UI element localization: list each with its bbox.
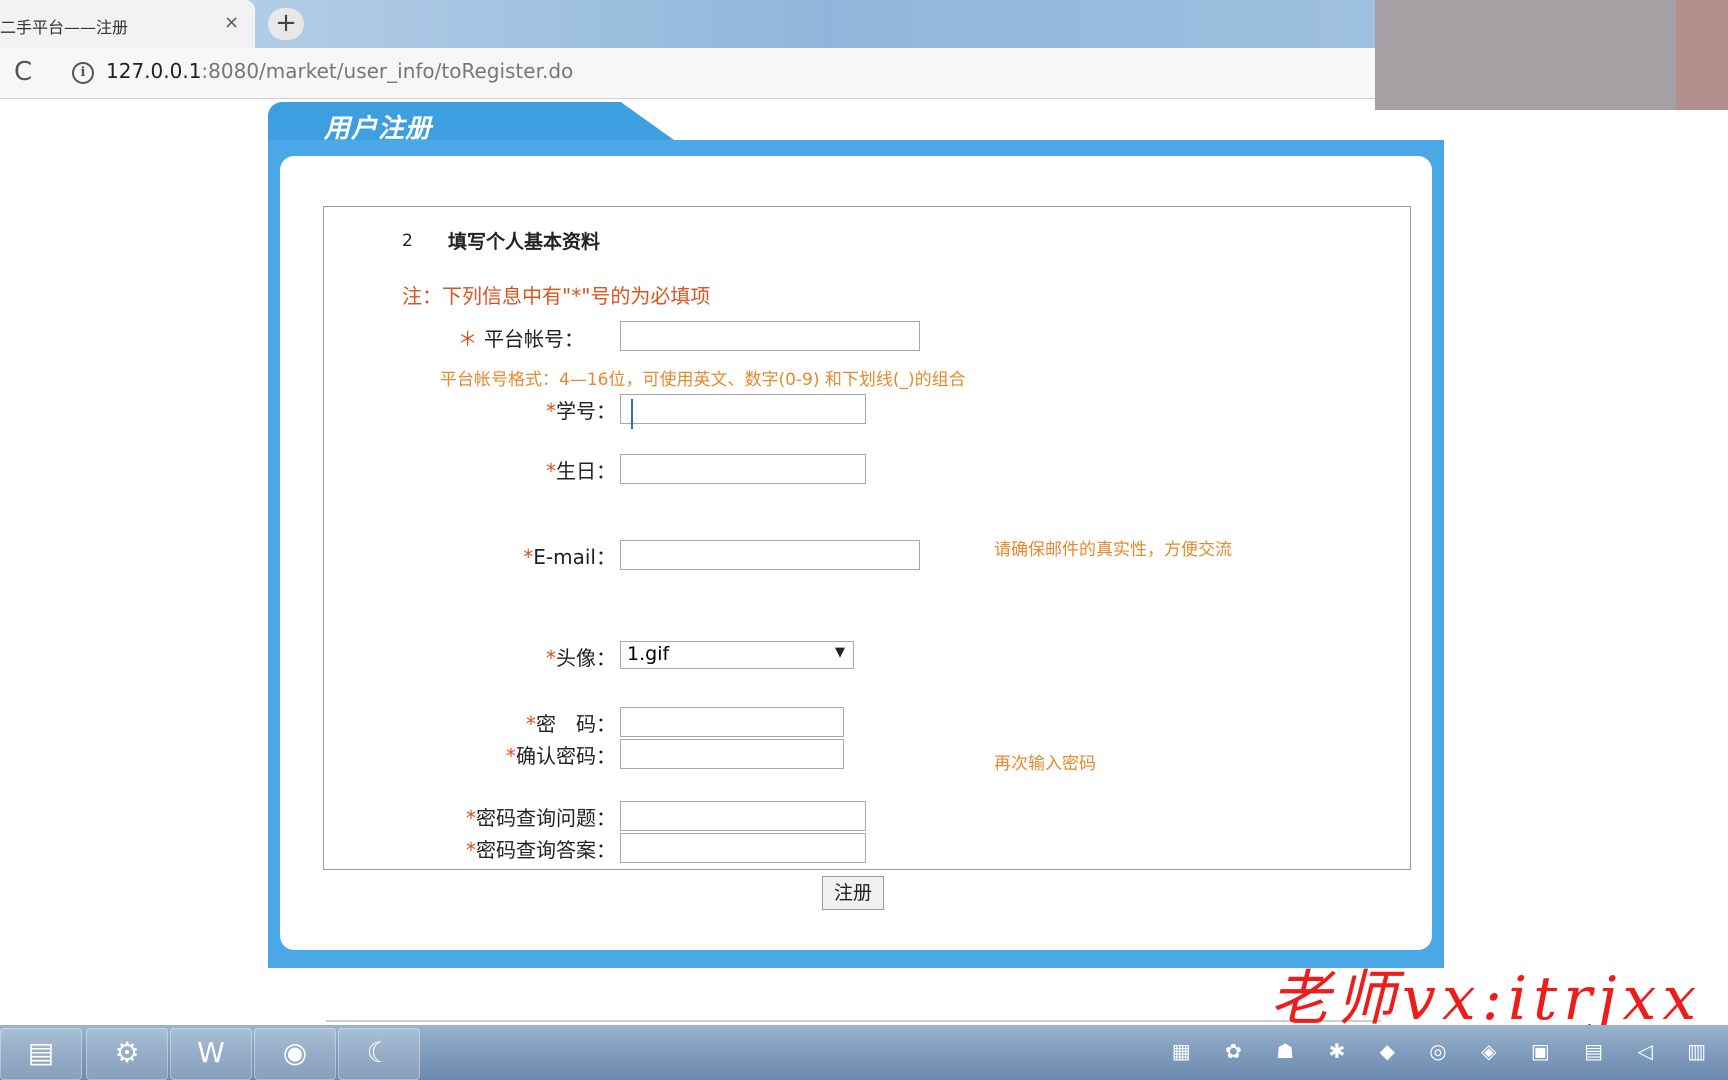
- avatar-selected-value: 1.gif: [627, 643, 670, 665]
- question-label-text: 密码查询问题：: [476, 806, 616, 830]
- system-tray[interactable]: ▦ ✿ ☗ ✱ ◆ ◎ ◈ ▣ ▤ ◁ ▥: [1172, 1039, 1720, 1063]
- reload-icon[interactable]: C: [14, 57, 32, 87]
- required-note: 注：下列信息中有"*"号的为必填项: [402, 284, 711, 308]
- password-label: *密 码：: [366, 708, 616, 737]
- url-host: 127.0.0.1: [106, 59, 202, 83]
- student-id-input[interactable]: [620, 394, 866, 429]
- browser-tab[interactable]: 二手平台——注册 ×: [0, 0, 255, 48]
- close-tab-icon[interactable]: ×: [224, 12, 239, 33]
- answer-label-text: 密码查询答案：: [476, 838, 616, 862]
- account-label: ＊ 平台帐号：: [334, 323, 584, 352]
- avatar-label-text: 头像：: [556, 646, 616, 670]
- info-icon[interactable]: i: [72, 62, 94, 84]
- step-number: 2: [402, 231, 413, 251]
- confirm-password-label: *确认密码：: [366, 740, 616, 769]
- tab-strip: 二手平台——注册 × +: [0, 0, 1375, 48]
- webcam-overlay: [1375, 0, 1728, 110]
- step-title: 填写个人基本资料: [448, 231, 601, 253]
- required-star: *: [506, 744, 516, 768]
- register-button[interactable]: 注册: [822, 876, 884, 910]
- taskbar: ▤ ⚙ W ◉ ☾ ▦ ✿ ☗ ✱ ◆ ◎ ◈ ▣ ▤ ◁ ▥: [0, 1025, 1728, 1080]
- required-star: ＊: [457, 327, 478, 351]
- security-question-input[interactable]: [620, 801, 866, 831]
- url-path: :8080/market/user_info/toRegister.do: [201, 59, 574, 83]
- account-hint: 平台帐号格式：4—16位，可使用英文、数字(0-9) 和下划线(_)的组合: [440, 370, 966, 390]
- question-label: *密码查询问题：: [366, 802, 616, 831]
- required-star: *: [546, 399, 556, 423]
- required-star: *: [526, 712, 536, 736]
- tab-title: 二手平台——注册: [0, 18, 129, 37]
- dolphin-icon[interactable]: ☾: [338, 1028, 420, 1080]
- required-star: *: [546, 646, 556, 670]
- avatar-select[interactable]: 1.gif ▼: [620, 641, 854, 669]
- confirm-password-input[interactable]: [620, 739, 844, 769]
- divider: [326, 1020, 1381, 1022]
- birthday-label-text: 生日：: [556, 459, 616, 483]
- required-star: *: [546, 459, 556, 483]
- email-label-text: E-mail：: [533, 545, 616, 569]
- word-icon[interactable]: W: [170, 1028, 252, 1080]
- password-label-text: 密 码：: [536, 712, 616, 736]
- email-hint: 请确保邮件的真实性，方便交流: [994, 540, 1232, 560]
- address-bar[interactable]: i 127.0.0.1:8080/market/user_info/toRegi…: [66, 56, 1356, 88]
- birthday-label: *生日：: [366, 455, 616, 484]
- url-text[interactable]: 127.0.0.1:8080/market/user_info/toRegist…: [106, 59, 573, 83]
- watermark-text: 老师vx:itrjxx: [1270, 964, 1703, 1034]
- email-label: *E-mail：: [366, 541, 616, 570]
- java-ee-ide-icon[interactable]: ⚙: [86, 1028, 168, 1080]
- text-cursor-icon: [631, 399, 633, 429]
- registration-panel: 2 填写个人基本资料 注：下列信息中有"*"号的为必填项 ＊ 平台帐号： 平台帐…: [268, 140, 1444, 968]
- email-input[interactable]: [620, 540, 920, 570]
- birthday-input[interactable]: [620, 454, 866, 484]
- confirm-password-label-text: 确认密码：: [516, 744, 616, 768]
- required-star: *: [466, 806, 476, 830]
- answer-label: *密码查询答案：: [366, 834, 616, 863]
- new-tab-button[interactable]: +: [268, 8, 304, 40]
- overlay-stripe: [1676, 0, 1728, 110]
- confirm-password-hint: 再次输入密码: [994, 754, 1096, 774]
- student-id-label: *学号：: [366, 395, 616, 424]
- panel-body: 2 填写个人基本资料 注：下列信息中有"*"号的为必填项 ＊ 平台帐号： 平台帐…: [280, 156, 1432, 950]
- browser-toolbar: C i 127.0.0.1:8080/market/user_info/toRe…: [0, 48, 1375, 99]
- password-input[interactable]: [620, 707, 844, 737]
- required-star: *: [523, 545, 534, 569]
- dropdown-arrow-icon: ▼: [835, 645, 845, 660]
- account-label-text: 平台帐号：: [484, 327, 584, 351]
- required-star: *: [466, 838, 476, 862]
- explorer-icon[interactable]: ▤: [0, 1028, 82, 1080]
- chrome-icon[interactable]: ◉: [254, 1028, 336, 1080]
- registration-form: 2 填写个人基本资料 注：下列信息中有"*"号的为必填项 ＊ 平台帐号： 平台帐…: [323, 206, 1411, 870]
- avatar-label: *头像：: [366, 642, 616, 671]
- security-answer-input[interactable]: [620, 833, 866, 863]
- student-id-label-text: 学号：: [556, 399, 616, 423]
- account-input[interactable]: [620, 321, 920, 351]
